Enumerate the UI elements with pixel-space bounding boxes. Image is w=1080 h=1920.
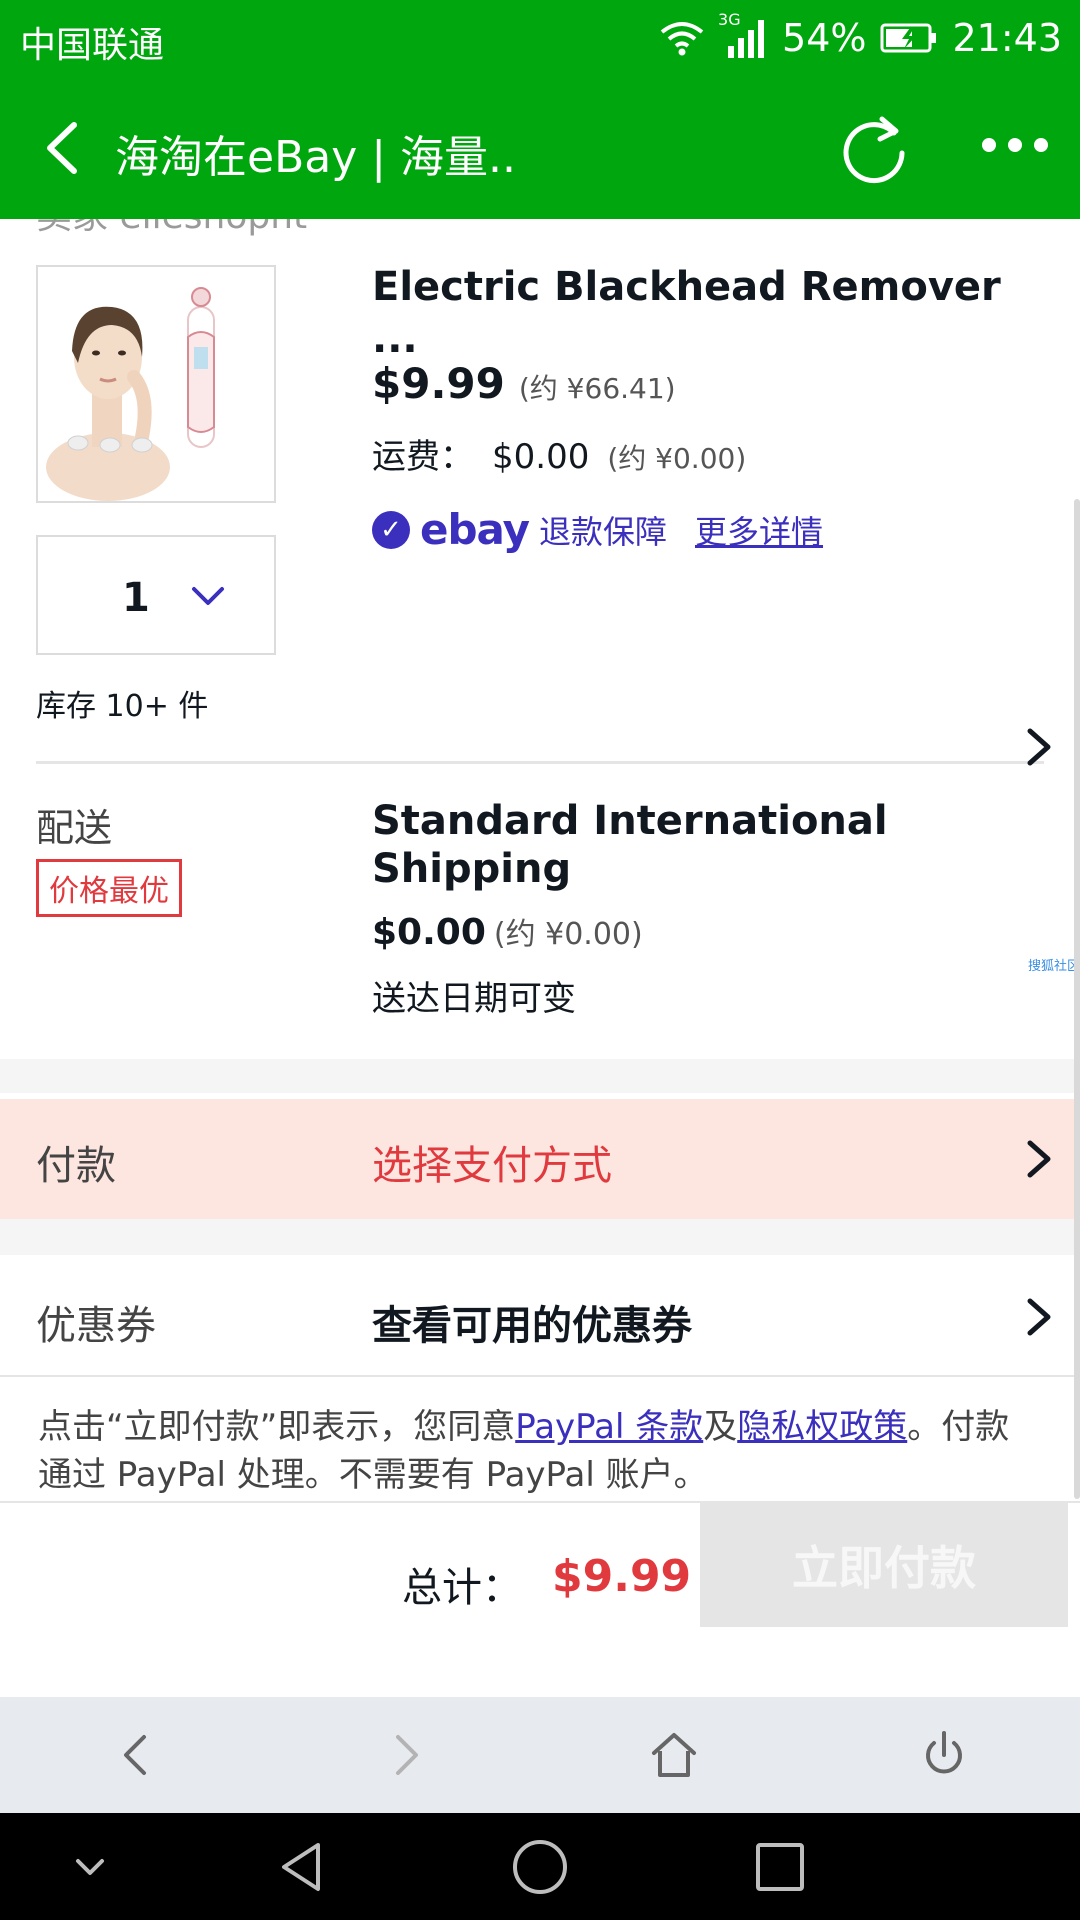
shipping-price: $0.00	[492, 437, 590, 477]
stock-info: 库存 10+ 件	[36, 689, 209, 724]
terms-part-2: 及	[703, 1407, 738, 1447]
scrollbar[interactable]	[1074, 499, 1080, 1499]
chevron-right-icon[interactable]	[1024, 1137, 1054, 1181]
battery-percent: 54%	[782, 16, 867, 60]
money-back-guarantee: ✓ ebay 退款保障 更多详情	[372, 505, 823, 554]
item-price: $9.99	[372, 359, 505, 408]
coupon-row[interactable]: 优惠券 查看可用的优惠券	[0, 1255, 1080, 1375]
chevron-right-icon[interactable]	[1024, 1295, 1054, 1339]
back-arrow-icon[interactable]	[36, 115, 96, 181]
quantity-select[interactable]: 1	[36, 535, 276, 655]
system-home-icon[interactable]	[510, 1837, 570, 1897]
battery-icon	[880, 23, 937, 53]
browser-forward-icon[interactable]	[378, 1727, 434, 1783]
total-value: $9.99	[552, 1551, 692, 1602]
divider	[36, 761, 1044, 764]
watermark: 搜狐社区	[1028, 959, 1080, 974]
payment-row[interactable]: 付款 选择支付方式	[0, 1099, 1080, 1219]
best-price-badge: 价格最优	[36, 859, 182, 917]
guarantee-text: 退款保障	[538, 512, 667, 551]
seller-name: 卖家 elleshopnt	[36, 219, 307, 239]
product-image	[38, 267, 274, 501]
system-back-icon[interactable]	[272, 1837, 332, 1897]
shipping-method[interactable]: Standard International Shipping	[372, 797, 932, 893]
chevron-down-icon	[192, 587, 224, 605]
app-header: 海淘在eBay | 海量..	[0, 77, 1080, 219]
terms-part-1: 点击“立即付款”即表示，您同意	[38, 1407, 516, 1447]
delivery-eta: 送达日期可变	[372, 979, 576, 1019]
pay-now-button[interactable]: 立即付款	[700, 1503, 1068, 1627]
home-icon[interactable]	[646, 1727, 702, 1783]
status-indicators: 3G 54% 21:43	[660, 10, 1062, 64]
delivery-price-approx: (约 ¥0.00)	[493, 917, 643, 952]
browser-back-icon[interactable]	[108, 1727, 164, 1783]
payment-label: 付款	[36, 1143, 116, 1189]
view-coupons[interactable]: 查看可用的优惠券	[372, 1293, 692, 1351]
checkout-content[interactable]: 卖家 elleshopnt Electric Blackhead Remover…	[0, 219, 1080, 1697]
refresh-icon[interactable]	[836, 107, 912, 187]
shipping-label: 运费：	[372, 437, 474, 477]
ebay-logo: ebay	[420, 505, 530, 554]
section-gap	[0, 1059, 1080, 1093]
recent-apps-icon[interactable]	[750, 1837, 810, 1897]
signal-icon: 3G	[718, 10, 768, 60]
item-price-row: $9.99 (约 ¥66.41)	[372, 359, 676, 408]
hide-keyboard-icon[interactable]	[60, 1837, 120, 1897]
power-icon[interactable]	[916, 1727, 972, 1783]
browser-toolbar	[0, 1697, 1080, 1813]
quantity-value: 1	[122, 575, 150, 621]
total-label: 总计：	[402, 1565, 522, 1611]
paypal-terms-link[interactable]: PayPal 条款	[515, 1407, 703, 1447]
clock: 21:43	[952, 16, 1062, 60]
system-navigation-bar	[0, 1813, 1080, 1920]
check-icon: ✓	[372, 510, 410, 549]
more-details-link[interactable]: 更多详情	[695, 507, 823, 553]
coupon-label: 优惠券	[36, 1303, 156, 1349]
chevron-right-icon[interactable]	[1024, 725, 1054, 769]
shipping-price-approx: (约 ¥0.00)	[607, 442, 747, 475]
item-title[interactable]: Electric Blackhead Remover ...	[372, 261, 1012, 365]
delivery-price: $0.00	[372, 912, 486, 953]
more-options-icon[interactable]	[982, 125, 1058, 165]
item-price-approx: (约 ¥66.41)	[518, 372, 676, 405]
select-payment-method[interactable]: 选择支付方式	[372, 1133, 612, 1191]
status-bar: 中国联通 3G 54% 21:43	[0, 0, 1080, 77]
terms-notice: 点击“立即付款”即表示，您同意PayPal 条款及隐私权政策。付款通过 PayP…	[0, 1375, 1080, 1503]
page-title: 海淘在eBay | 海量..	[115, 132, 517, 183]
privacy-policy-link[interactable]: 隐私权政策	[737, 1407, 907, 1447]
item-thumbnail[interactable]	[36, 265, 276, 503]
terms-text: 点击“立即付款”即表示，您同意PayPal 条款及隐私权政策。付款通过 PayP…	[38, 1403, 1038, 1499]
wifi-icon	[660, 22, 704, 56]
shipping-cost-row: 运费： $0.00 (约 ¥0.00)	[372, 429, 746, 478]
section-gap	[0, 1219, 1080, 1255]
checkout-footer: 总计： $9.99 立即付款	[0, 1503, 1080, 1697]
carrier-name: 中国联通	[20, 25, 165, 66]
delivery-label: 配送	[36, 806, 113, 850]
delivery-price-row: $0.00 (约 ¥0.00)	[372, 909, 643, 953]
